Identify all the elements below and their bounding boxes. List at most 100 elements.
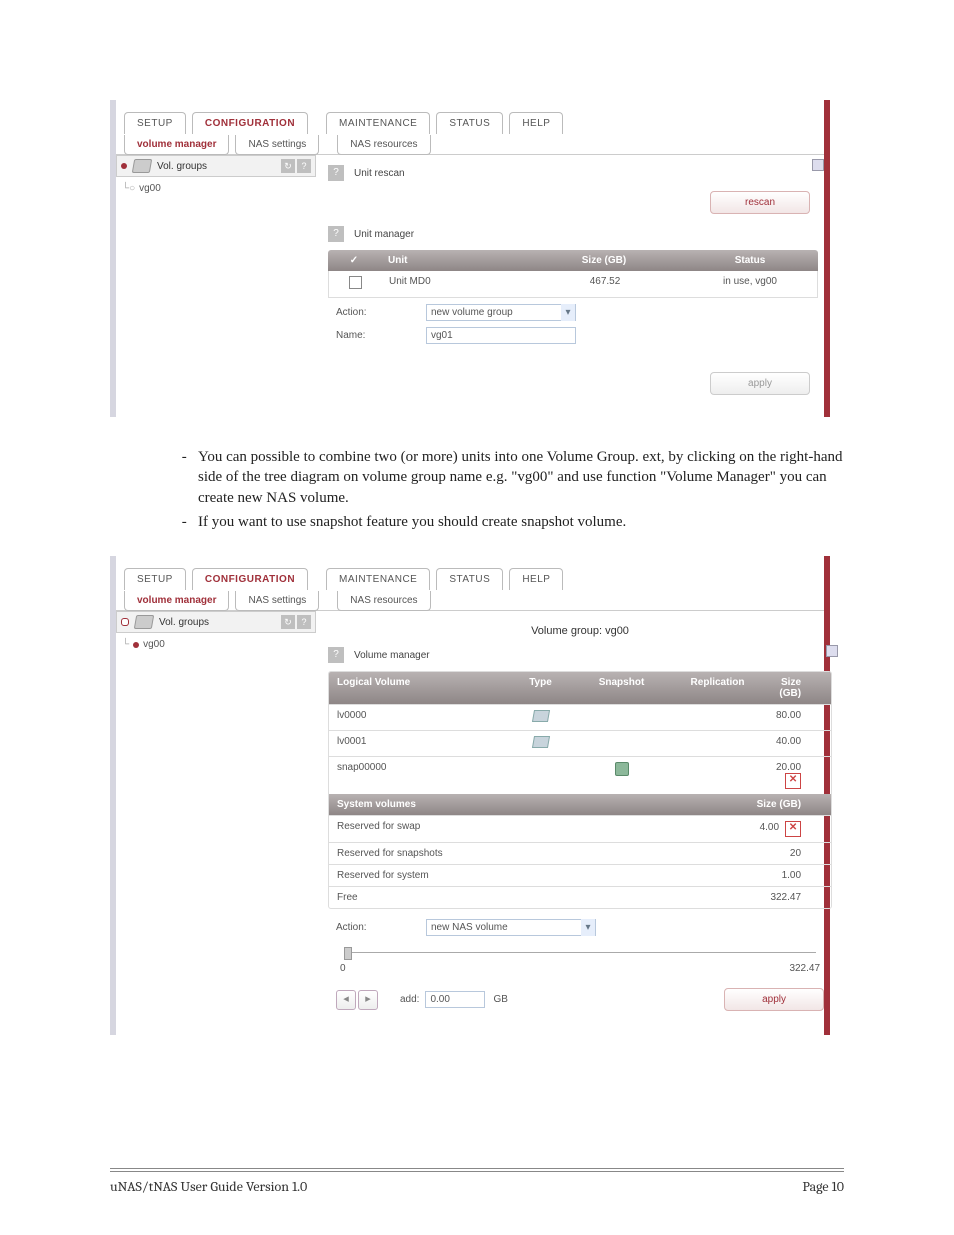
add-label: add: xyxy=(400,994,419,1005)
cell-lv-snapshot xyxy=(576,757,667,794)
sv-table-row: Reserved for system1.00 xyxy=(329,864,831,886)
cell-lv-replication xyxy=(667,705,768,730)
action-select-value: new NAS volume xyxy=(431,922,508,933)
increment-button[interactable]: ▸ xyxy=(358,990,378,1010)
lv-table-row: lv0001 40.00 xyxy=(329,730,831,756)
action-select[interactable]: new volume group ▾ xyxy=(426,304,576,321)
subtab-nas-resources[interactable]: NAS resources xyxy=(337,591,430,611)
main-tabs: SETUP CONFIGURATION MAINTENANCE STATUS H… xyxy=(116,556,824,590)
panel-title: Unit manager xyxy=(354,229,414,240)
lv-table-row: snap0000020.00✕ xyxy=(329,756,831,794)
size-slider[interactable] xyxy=(344,952,816,953)
subtab-nas-resources[interactable]: NAS resources xyxy=(337,135,430,155)
action-select[interactable]: new NAS volume ▾ xyxy=(426,919,596,936)
name-input[interactable] xyxy=(426,327,576,344)
decrement-button[interactable]: ◂ xyxy=(336,990,356,1010)
add-size-input[interactable] xyxy=(425,991,485,1008)
tab-setup[interactable]: SETUP xyxy=(124,568,186,590)
cell-lv-name: lv0000 xyxy=(329,705,505,730)
bullet-icon xyxy=(133,642,139,648)
unit-table-row: Unit MD0 467.52 in use, vg00 xyxy=(328,271,818,298)
tab-status[interactable]: STATUS xyxy=(436,568,503,590)
tab-configuration[interactable]: CONFIGURATION xyxy=(192,568,308,590)
tab-help[interactable]: HELP xyxy=(509,568,563,590)
cell-lv-size: 40.00 xyxy=(768,731,831,756)
cell-sv-name: Reserved for system xyxy=(329,865,673,886)
apply-button[interactable]: apply xyxy=(710,372,810,395)
main-tabs: SETUP CONFIGURATION MAINTENANCE STATUS H… xyxy=(116,100,824,134)
refresh-icon[interactable]: ↻ xyxy=(281,615,295,629)
cell-sv-name: Reserved for swap xyxy=(329,816,673,842)
tree-node-label: vg00 xyxy=(143,639,165,650)
name-label: Name: xyxy=(336,330,426,341)
scroll-up-icon[interactable] xyxy=(826,645,838,657)
sub-tabs: volume manager NAS settings NAS resource… xyxy=(116,134,824,155)
delete-button[interactable]: ✕ xyxy=(785,773,801,789)
slider-thumb-icon[interactable] xyxy=(344,947,352,960)
apply-button[interactable]: apply xyxy=(724,988,824,1011)
help-icon[interactable]: ? xyxy=(297,615,311,629)
instruction-item: You can possible to combine two (or more… xyxy=(198,447,844,508)
subtab-nas-settings[interactable]: NAS settings xyxy=(235,591,319,611)
lv-table-header: Logical Volume Type Snapshot Replication… xyxy=(329,672,831,704)
cell-sv-name: Reserved for snapshots xyxy=(329,843,673,864)
help-icon[interactable]: ? xyxy=(328,165,344,181)
col-check: ✓ xyxy=(328,250,380,271)
cell-lv-snapshot xyxy=(576,731,667,756)
cell-lv-replication xyxy=(667,757,768,794)
tree-node-vg00[interactable]: └ vg00 xyxy=(122,637,310,652)
panel-title: Unit rescan xyxy=(354,168,405,179)
instruction-list: You can possible to combine two (or more… xyxy=(158,447,844,532)
cell-lv-snapshot xyxy=(576,705,667,730)
col-status: Status xyxy=(682,250,818,271)
col-sv-size: Size (GB) xyxy=(673,794,831,815)
unit-checkbox[interactable] xyxy=(349,276,362,289)
cell-sv-size: 20 xyxy=(673,843,831,864)
cell-sv-size: 1.00 xyxy=(673,865,831,886)
cell-unit: Unit MD0 xyxy=(381,271,527,297)
refresh-icon[interactable]: ↻ xyxy=(281,159,295,173)
subtab-volume-manager[interactable]: volume manager xyxy=(124,135,229,155)
delete-button[interactable]: ✕ xyxy=(785,821,801,837)
rescan-button[interactable]: rescan xyxy=(710,191,810,214)
sv-table-row: Reserved for snapshots20 xyxy=(329,842,831,864)
sv-table-row: Free322.47 xyxy=(329,886,831,908)
sv-table-header: System volumes Size (GB) xyxy=(329,794,831,815)
scroll-up-icon[interactable] xyxy=(812,159,824,171)
cell-lv-type xyxy=(505,757,576,794)
unit-rescan-header: ? Unit rescan xyxy=(328,165,818,181)
tab-setup[interactable]: SETUP xyxy=(124,112,186,134)
cell-lv-name: lv0001 xyxy=(329,731,505,756)
tree-node-vg00[interactable]: └○ vg00 xyxy=(122,181,310,196)
add-unit: GB xyxy=(493,994,507,1005)
help-icon[interactable]: ? xyxy=(297,159,311,173)
chevron-down-icon: ▾ xyxy=(561,304,575,321)
sidebar-title: Vol. groups xyxy=(159,617,209,628)
sv-table-row: Reserved for swap4.00✕ xyxy=(329,815,831,842)
tab-configuration[interactable]: CONFIGURATION xyxy=(192,112,308,134)
sidebar: Vol. groups ↻ ? └○ vg00 xyxy=(116,155,316,417)
unit-manager-header: ? Unit manager xyxy=(328,226,818,242)
col-size: Size (GB) xyxy=(526,250,682,271)
tab-help[interactable]: HELP xyxy=(509,112,563,134)
col-lv-name: Logical Volume xyxy=(329,672,505,704)
bullet-icon xyxy=(121,163,127,169)
cell-size: 467.52 xyxy=(527,271,683,297)
subtab-volume-manager[interactable]: volume manager xyxy=(124,591,229,611)
tab-maintenance[interactable]: MAINTENANCE xyxy=(326,112,430,134)
help-icon[interactable]: ? xyxy=(328,647,344,663)
tab-maintenance[interactable]: MAINTENANCE xyxy=(326,568,430,590)
subtab-nas-settings[interactable]: NAS settings xyxy=(235,135,319,155)
cell-lv-size: 20.00✕ xyxy=(768,757,831,794)
cell-status: in use, vg00 xyxy=(683,271,817,297)
help-icon[interactable]: ? xyxy=(328,226,344,242)
screenshot-unit-manager: SETUP CONFIGURATION MAINTENANCE STATUS H… xyxy=(110,100,830,417)
sub-tabs: volume manager NAS settings NAS resource… xyxy=(116,590,824,611)
screenshot-volume-manager: SETUP CONFIGURATION MAINTENANCE STATUS H… xyxy=(110,556,830,1035)
sidebar-header: Vol. groups ↻ ? xyxy=(116,611,316,633)
panel-title: Volume manager xyxy=(354,650,430,661)
col-unit: Unit xyxy=(380,250,526,271)
cell-lv-type xyxy=(505,731,576,756)
tab-status[interactable]: STATUS xyxy=(436,112,503,134)
volume-group-title: Volume group: vg00 xyxy=(328,615,832,641)
